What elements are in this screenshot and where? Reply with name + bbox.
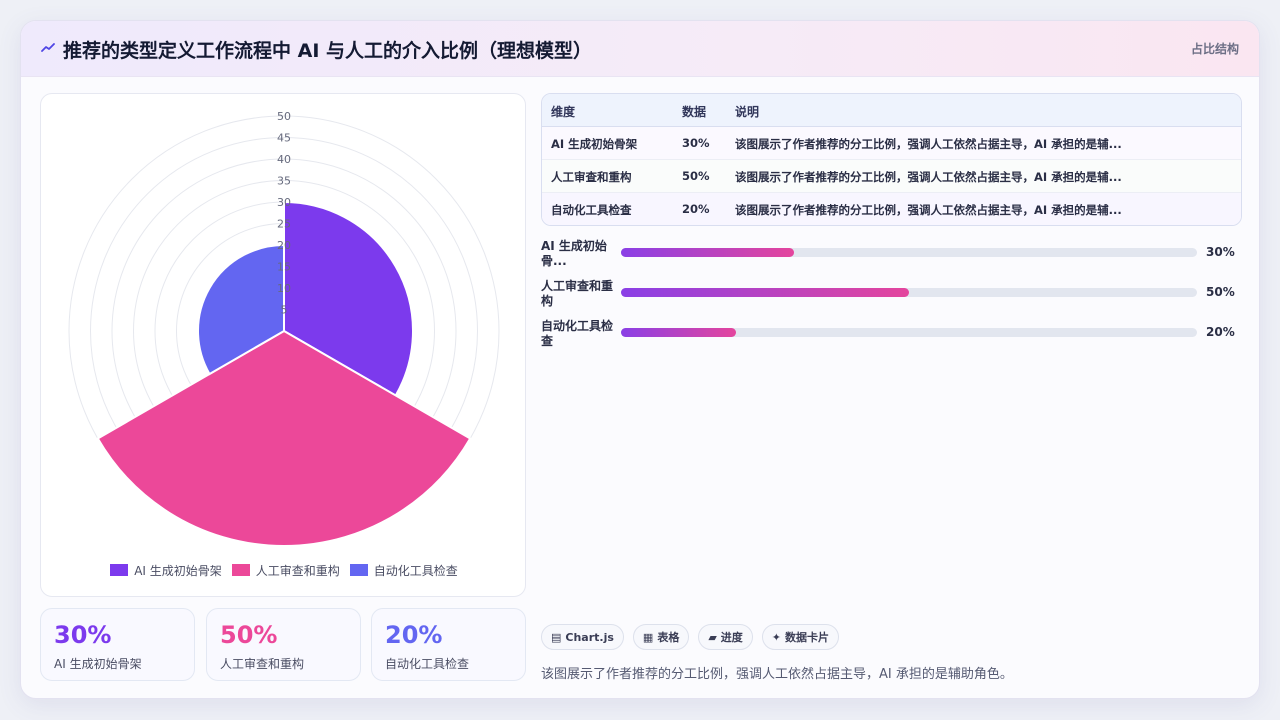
progress-value: 20% bbox=[1206, 325, 1235, 339]
radial-tick-label: 20 bbox=[277, 239, 291, 252]
legend-label: AI 生成初始骨架 bbox=[134, 563, 222, 578]
summary-text: 该图展示了作者推荐的分工比例，强调人工依然占据主导，AI 承担的是辅助角色。 bbox=[541, 667, 1013, 682]
radial-tick-label: 45 bbox=[277, 132, 291, 145]
progress-track bbox=[621, 248, 1197, 257]
radial-tick-label: 50 bbox=[277, 110, 291, 123]
table-cell: 人工审查和重构 bbox=[551, 170, 632, 184]
progress-fill bbox=[621, 328, 737, 337]
header-bar: 推荐的类型定义工作流程中 AI 与人工的介入比例（理想模型） 占比结构 bbox=[21, 21, 1259, 77]
progress-label: AI 生成初始骨... bbox=[541, 239, 607, 268]
page-title: 推荐的类型定义工作流程中 AI 与人工的介入比例（理想模型） bbox=[63, 40, 593, 62]
tag-label: 数据卡片 bbox=[785, 631, 830, 644]
chart-panel: 5 10 15 20 25 30 35 40 45 50 AI 生成初始骨架 人工审查和重构 自动化工… bbox=[40, 93, 526, 597]
tag-label: 进度 bbox=[720, 631, 743, 644]
radial-tick-label: 15 bbox=[277, 261, 291, 274]
progress-fill bbox=[621, 288, 909, 297]
tag-progress[interactable]: ▰ 进度 bbox=[698, 624, 753, 650]
tag-chartjs[interactable]: ▤ Chart.js bbox=[541, 624, 624, 650]
chart-icon: ▤ bbox=[551, 630, 562, 644]
progress-row-tool: 自动化工具检查 20% bbox=[541, 319, 1242, 355]
column-header: 维度 bbox=[551, 105, 576, 119]
progress-track bbox=[621, 288, 1197, 297]
progress-row-human: 人工审查和重构 50% bbox=[541, 279, 1242, 315]
radial-tick-label: 30 bbox=[277, 196, 291, 209]
radial-tick-label: 40 bbox=[277, 153, 291, 166]
column-header: 数据 bbox=[682, 105, 707, 119]
radial-tick-label: 10 bbox=[277, 282, 291, 295]
feature-tags: ▤ Chart.js ▦ 表格 ▰ 进度 ✦ 数据卡片 bbox=[541, 624, 840, 650]
legend-label: 自动化工具检查 bbox=[373, 563, 458, 578]
table-header-row: 维度 数据 说明 bbox=[542, 94, 1241, 127]
stat-card-tool: 20% 自动化工具检查 bbox=[371, 608, 526, 681]
table-row: AI 生成初始骨架 30% 该图展示了作者推荐的分工比例，强调人工依然占据主导，… bbox=[542, 127, 1241, 160]
stat-card-ai: 30% AI 生成初始骨架 bbox=[40, 608, 195, 681]
legend-item[interactable]: AI 生成初始骨架 bbox=[110, 562, 222, 579]
progress-fill bbox=[621, 248, 794, 257]
radial-tick-label: 25 bbox=[277, 218, 291, 231]
progress-row-ai: AI 生成初始骨... 30% bbox=[541, 239, 1242, 275]
column-header: 说明 bbox=[735, 105, 760, 119]
legend-swatch bbox=[110, 564, 129, 576]
table-cell: 自动化工具检查 bbox=[551, 203, 632, 217]
header-tag: 占比结构 bbox=[1190, 42, 1239, 56]
data-table: 维度 数据 说明 AI 生成初始骨架 30% 该图展示了作者推荐的分工比例，强调… bbox=[541, 93, 1242, 226]
stat-value: 30% bbox=[54, 621, 112, 649]
legend-swatch bbox=[349, 564, 368, 576]
progress-value: 30% bbox=[1206, 245, 1235, 259]
trend-line-icon bbox=[41, 43, 55, 52]
stat-card-human: 50% 人工审查和重构 bbox=[206, 608, 361, 681]
legend-item[interactable]: 自动化工具检查 bbox=[349, 562, 458, 579]
table-cell: 该图展示了作者推荐的分工比例，强调人工依然占据主导，AI 承担的是辅... bbox=[735, 203, 1122, 217]
table-cell: 该图展示了作者推荐的分工比例，强调人工依然占据主导，AI 承担的是辅... bbox=[735, 170, 1122, 184]
legend-label: 人工审查和重构 bbox=[255, 563, 340, 578]
table-cell: 20% bbox=[682, 202, 710, 216]
legend-swatch bbox=[231, 564, 250, 576]
table-cell: 30% bbox=[682, 136, 710, 150]
table-cell: 50% bbox=[682, 169, 710, 183]
radial-tick-label: 5 bbox=[281, 304, 288, 317]
table-cell: 该图展示了作者推荐的分工比例，强调人工依然占据主导，AI 承担的是辅... bbox=[735, 137, 1122, 151]
progress-track bbox=[621, 328, 1197, 337]
table-icon: ▦ bbox=[642, 630, 654, 644]
stat-label: 人工审查和重构 bbox=[220, 657, 305, 671]
stat-label: 自动化工具检查 bbox=[385, 657, 470, 671]
tag-data-card[interactable]: ✦ 数据卡片 bbox=[761, 624, 840, 650]
polar-area-chart: 5 10 15 20 25 30 35 40 45 50 bbox=[68, 110, 500, 547]
tag-label: Chart.js bbox=[565, 630, 614, 644]
progress-value: 50% bbox=[1206, 285, 1235, 299]
progress-icon: ▰ bbox=[708, 630, 717, 644]
progress-label: 自动化工具检查 bbox=[541, 319, 614, 348]
table-row: 自动化工具检查 20% 该图展示了作者推荐的分工比例，强调人工依然占据主导，AI… bbox=[542, 193, 1241, 225]
tag-table[interactable]: ▦ 表格 bbox=[632, 624, 690, 650]
progress-label: 人工审查和重构 bbox=[541, 279, 614, 308]
table-row: 人工审查和重构 50% 该图展示了作者推荐的分工比例，强调人工依然占据主导，AI… bbox=[542, 160, 1241, 193]
chart-legend: AI 生成初始骨架 人工审查和重构 自动化工具检查 bbox=[41, 560, 527, 580]
polar-slice bbox=[96, 329, 472, 547]
main-card: 推荐的类型定义工作流程中 AI 与人工的介入比例（理想模型） 占比结构 5 10 1… bbox=[20, 20, 1260, 699]
legend-item[interactable]: 人工审查和重构 bbox=[231, 562, 340, 579]
sparkle-icon: ✦ bbox=[771, 630, 782, 644]
stat-value: 50% bbox=[220, 621, 278, 649]
table-cell: AI 生成初始骨架 bbox=[551, 137, 638, 151]
tag-label: 表格 bbox=[657, 631, 680, 644]
radial-tick-label: 35 bbox=[277, 175, 291, 188]
stat-value: 20% bbox=[385, 621, 443, 649]
stat-label: AI 生成初始骨架 bbox=[54, 657, 142, 671]
